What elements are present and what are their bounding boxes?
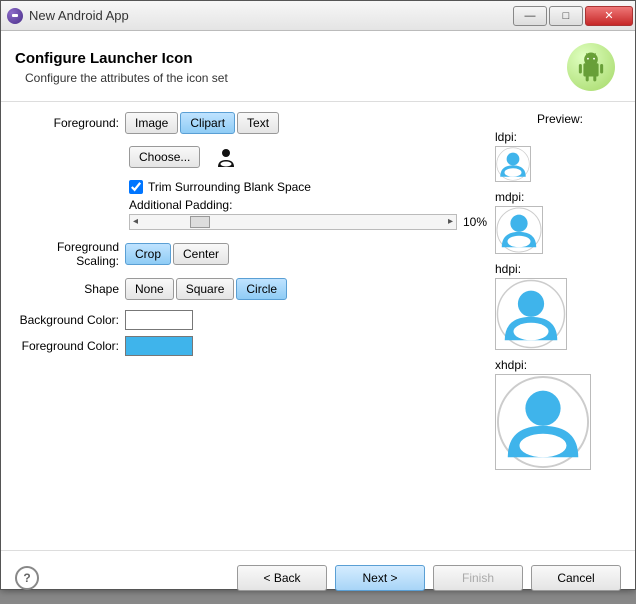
- app-icon: [7, 8, 23, 24]
- padding-slider[interactable]: ◂ ▸: [129, 214, 457, 230]
- preview-column: Preview: ldpi: mdpi: hdpi: xhdpi: [495, 112, 625, 550]
- ldpi-preview: [495, 146, 531, 182]
- next-button[interactable]: Next >: [335, 565, 425, 591]
- bgcolor-label: Background Color:: [11, 313, 125, 327]
- clipart-preview-icon: [214, 146, 238, 170]
- choose-button[interactable]: Choose...: [129, 146, 200, 168]
- mdpi-label: mdpi:: [495, 190, 625, 204]
- form-column: Foreground: Image Clipart Text Choose...…: [11, 112, 495, 550]
- cancel-button[interactable]: Cancel: [531, 565, 621, 591]
- fgcolor-label: Foreground Color:: [11, 339, 125, 353]
- android-icon: [567, 43, 615, 91]
- padding-label: Additional Padding:: [129, 198, 487, 212]
- slider-right-arrow[interactable]: ▸: [445, 216, 456, 227]
- dialog-header: Configure Launcher Icon Configure the at…: [1, 31, 635, 101]
- help-button[interactable]: ?: [15, 566, 39, 590]
- scaling-crop-button[interactable]: Crop: [125, 243, 171, 265]
- hdpi-preview: [495, 278, 567, 350]
- shape-circle-button[interactable]: Circle: [236, 278, 287, 300]
- scaling-center-button[interactable]: Center: [173, 243, 229, 265]
- window-controls: — □ ✕: [513, 6, 633, 26]
- trim-checkbox-row[interactable]: Trim Surrounding Blank Space: [129, 180, 487, 194]
- mdpi-preview: [495, 206, 543, 254]
- minimize-button[interactable]: —: [513, 6, 547, 26]
- dialog-footer: ? < Back Next > Finish Cancel: [1, 550, 635, 604]
- finish-button: Finish: [433, 565, 523, 591]
- shape-square-button[interactable]: Square: [176, 278, 235, 300]
- fgcolor-well[interactable]: [125, 336, 193, 356]
- hdpi-label: hdpi:: [495, 262, 625, 276]
- foreground-clipart-button[interactable]: Clipart: [180, 112, 235, 134]
- scaling-label: Foreground Scaling:: [11, 240, 125, 268]
- back-button[interactable]: < Back: [237, 565, 327, 591]
- foreground-image-button[interactable]: Image: [125, 112, 178, 134]
- foreground-text-button[interactable]: Text: [237, 112, 279, 134]
- shape-none-button[interactable]: None: [125, 278, 174, 300]
- padding-value: 10%: [463, 215, 487, 229]
- preview-title: Preview:: [495, 112, 625, 126]
- content-area: Foreground: Image Clipart Text Choose...…: [1, 102, 635, 550]
- foreground-label: Foreground:: [11, 116, 125, 130]
- xhdpi-preview: [495, 374, 591, 470]
- slider-left-arrow[interactable]: ◂: [130, 216, 141, 227]
- maximize-button[interactable]: □: [549, 6, 583, 26]
- slider-thumb[interactable]: [190, 216, 210, 228]
- trim-checkbox[interactable]: [129, 180, 143, 194]
- xhdpi-label: xhdpi:: [495, 358, 625, 372]
- close-button[interactable]: ✕: [585, 6, 633, 26]
- bgcolor-well[interactable]: [125, 310, 193, 330]
- page-subtitle: Configure the attributes of the icon set: [25, 71, 228, 85]
- ldpi-label: ldpi:: [495, 130, 625, 144]
- trim-label: Trim Surrounding Blank Space: [148, 180, 311, 194]
- foreground-segment: Image Clipart Text: [125, 112, 281, 134]
- titlebar[interactable]: New Android App — □ ✕: [1, 1, 635, 31]
- shape-label: Shape: [11, 282, 125, 296]
- page-title: Configure Launcher Icon: [15, 50, 228, 67]
- dialog-window: New Android App — □ ✕ Configure Launcher…: [0, 0, 636, 590]
- padding-slider-row: ◂ ▸ 10%: [129, 214, 487, 230]
- window-title: New Android App: [29, 8, 513, 23]
